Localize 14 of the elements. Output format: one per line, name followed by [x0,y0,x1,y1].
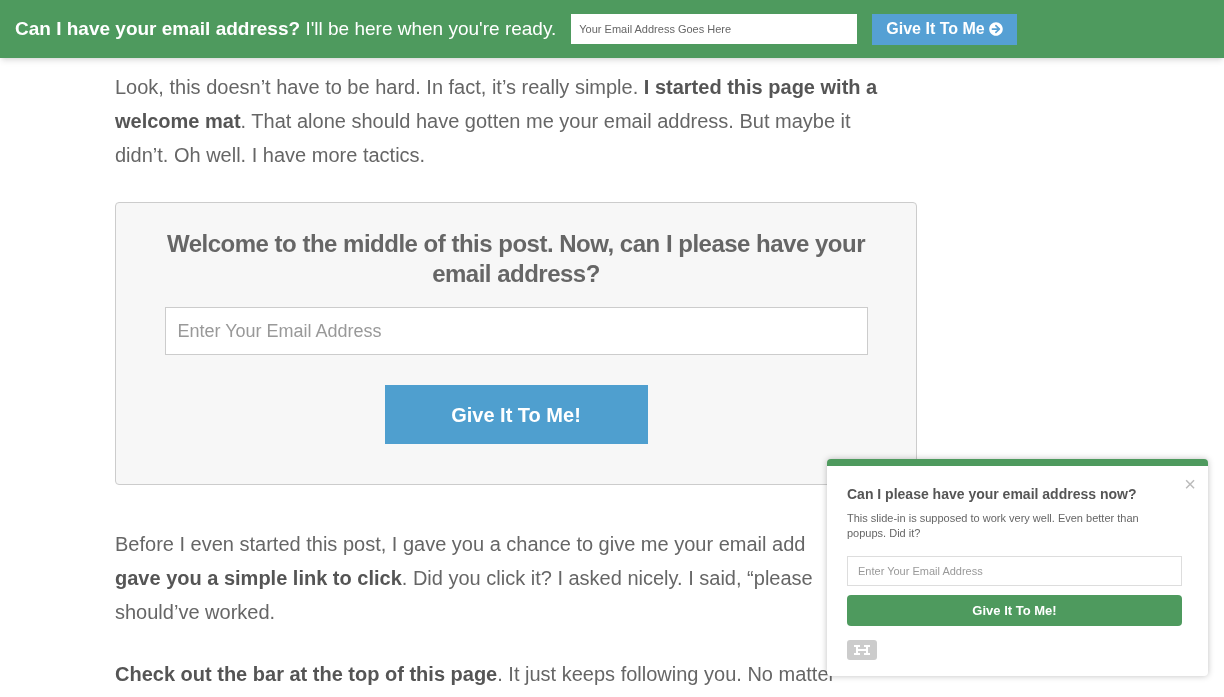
logo-icon [847,640,877,660]
email-field[interactable]: Enter Your Email Address [847,556,1182,586]
email-field[interactable]: Enter Your Email Address [164,307,868,355]
body-paragraph: Look, this doesn’t have to be hard. In fact, it’s really simple. I started this page with a welcome mat. That alone should have gotten me your email address. But maybe it didn’t. Oh well. I have more tactics. [115,75,878,168]
give-it-to-me-button[interactable]: Give It To Me [872,13,1017,45]
body-paragraph: Before I even started this post, I gave you a chance to give me your email add gave you a simple link to click. Did you click it? I asked nicely. I said, “please should’ve worked. [115,532,813,625]
optin-heading: Welcome to the middle of this post. Now, can I please have your email address? [166,229,867,289]
slide-in-text: This slide-in is supposed to work very well. Even better than popups. Did it? [847,511,1140,541]
slide-in-title: Can I please have your email address now? [847,485,1138,504]
email-field[interactable]: Your Email Address Goes Here [571,14,858,44]
top-bar-headline: Can I have your email address? I'll be here when you're ready. [15,16,557,41]
give-it-to-me-button[interactable]: Give It To Me! [384,385,648,444]
close-button[interactable]: × [1184,474,1196,494]
give-it-to-me-button[interactable]: Give It To Me! [847,595,1182,626]
